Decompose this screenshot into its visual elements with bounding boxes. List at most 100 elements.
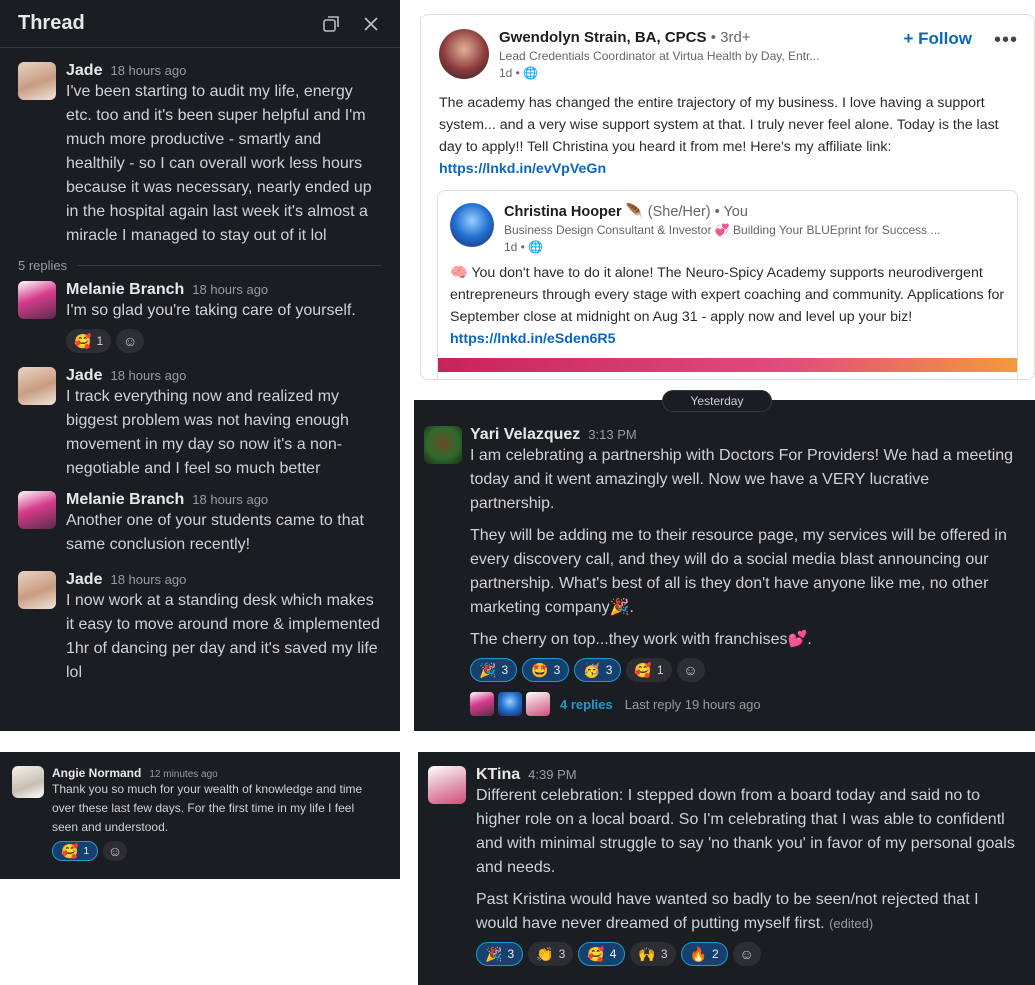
author-name[interactable]: KTina	[476, 766, 520, 784]
thread-message: Melanie Branch 18 hours ago I'm so glad …	[0, 281, 400, 353]
author-name[interactable]: Melanie Branch	[66, 491, 184, 509]
close-icon[interactable]	[360, 13, 382, 35]
reactions: 🎉 3 🤩 3 🥳 3 🥰 1 ☺	[470, 658, 1017, 682]
add-reaction-icon[interactable]: ☺	[732, 942, 761, 966]
reaction-emoji: 🥰	[587, 945, 605, 962]
replies-link[interactable]: 4 replies	[560, 697, 613, 712]
shared-post[interactable]: Christina Hooper 🪶 (She/Her) • You Busin…	[437, 190, 1018, 379]
message-paragraph: Different celebration: I stepped down fr…	[476, 787, 1015, 876]
avatar[interactable]	[450, 203, 494, 247]
add-reaction-icon[interactable]: ☺	[103, 841, 127, 861]
post-image-banner[interactable]	[438, 358, 1017, 372]
message-text: Past Kristina would have wanted so badly…	[476, 891, 979, 932]
channel-message: KTina 4:39 PM Different celebration: I s…	[418, 766, 1035, 966]
timestamp[interactable]: 18 hours ago	[110, 368, 186, 383]
timestamp[interactable]: 18 hours ago	[192, 492, 268, 507]
reaction-pill[interactable]: 🎉 3	[470, 658, 518, 682]
reactions: 🎉 3 👏 3 🥰 4 🙌 3 🔥 2 ☺	[476, 942, 1017, 966]
avatar[interactable]	[428, 766, 466, 804]
message-text: I now work at a standing desk which make…	[66, 592, 380, 681]
timestamp[interactable]: 3:13 PM	[588, 427, 636, 442]
thread-title: Thread	[18, 12, 85, 34]
reaction-pill[interactable]: 🥰 4	[578, 942, 626, 966]
thread-panel: Thread Jade 18 hours ago I've been start…	[0, 0, 400, 731]
shared-post-text: 🧠 You don't have to do it alone! The Neu…	[438, 254, 1017, 350]
globe-icon: 🌐	[528, 240, 544, 254]
add-reaction-icon[interactable]: ☺	[676, 658, 705, 682]
thread-message: Jade 18 hours ago I've been starting to …	[0, 62, 400, 248]
timestamp[interactable]: 4:39 PM	[528, 767, 576, 782]
globe-icon: 🌐	[523, 66, 539, 80]
post-age: 1d •	[499, 66, 520, 80]
replies-divider: 5 replies	[0, 258, 400, 273]
avatar[interactable]	[424, 426, 462, 464]
reaction-pill[interactable]: 🎉 3	[476, 942, 524, 966]
avatar[interactable]	[439, 29, 489, 79]
channel-message-angie: Angie Normand 12 minutes ago Thank you s…	[0, 752, 400, 879]
reaction-pill[interactable]: 👏 3	[528, 942, 574, 966]
date-divider[interactable]: Yesterday	[662, 390, 772, 412]
edited-label: (edited)	[829, 916, 874, 931]
message-text: Thank you so much for your wealth of kno…	[52, 782, 363, 834]
channel-message: Angie Normand 12 minutes ago Thank you s…	[0, 766, 400, 861]
avatar[interactable]	[18, 571, 56, 609]
author-headline: Business Design Consultant & Investor 💞 …	[504, 223, 941, 237]
reaction-pill[interactable]: 🥰 1	[66, 329, 112, 353]
reaction-pill[interactable]: 🥰 1	[626, 658, 672, 682]
reaction-count: 4	[609, 947, 617, 961]
reaction-count: 3	[660, 947, 668, 961]
reaction-pill[interactable]: 🙌 3	[630, 942, 676, 966]
reaction-emoji: 🥳	[583, 661, 601, 678]
reaction-count: 3	[558, 947, 566, 961]
replies-count: 5 replies	[18, 258, 68, 273]
academy-link[interactable]: https://lnkd.in/eSden6R5	[450, 331, 616, 347]
reaction-pill[interactable]: 🥰 1	[52, 841, 98, 861]
avatar[interactable]	[18, 281, 56, 319]
avatar[interactable]	[18, 62, 56, 100]
reaction-emoji: 🥰	[61, 842, 79, 859]
message-paragraph-2: Past Kristina would have wanted so badly…	[476, 888, 1017, 936]
author-name[interactable]: Jade	[66, 367, 102, 385]
message-text: I'm so glad you're taking care of yourse…	[66, 302, 356, 319]
divider-line	[77, 265, 382, 266]
shared-post-body: 🧠 You don't have to do it alone! The Neu…	[450, 265, 1005, 325]
reaction-pill[interactable]: 🥳 3	[574, 658, 622, 682]
timestamp[interactable]: 18 hours ago	[110, 572, 186, 587]
thread-summary[interactable]: 4 replies Last reply 19 hours ago	[470, 692, 1017, 716]
reaction-pill[interactable]: 🔥 2	[680, 942, 728, 966]
reaction-emoji: 👏	[536, 945, 554, 962]
more-options-icon[interactable]: •••	[994, 29, 1018, 80]
thread-header: Thread	[0, 0, 400, 48]
last-reply: Last reply 19 hours ago	[624, 696, 761, 712]
avatar[interactable]	[18, 367, 56, 405]
popout-icon[interactable]	[320, 13, 342, 35]
author-name[interactable]: Angie Normand	[52, 766, 141, 780]
author-name[interactable]: Jade	[66, 62, 102, 80]
post-text: The academy has changed the entire traje…	[421, 80, 1034, 180]
add-reaction-icon[interactable]: ☺	[116, 329, 145, 353]
author-name[interactable]: Gwendolyn Strain, BA, CPCS	[499, 29, 707, 46]
message-text: I track everything now and realized my b…	[66, 388, 349, 477]
follow-button[interactable]: + Follow	[904, 29, 972, 80]
avatar[interactable]	[12, 766, 44, 798]
author-name[interactable]: Christina Hooper	[504, 204, 622, 220]
reaction-count: 3	[507, 947, 515, 961]
reactions: 🥰 1 ☺	[52, 841, 382, 861]
post-body: The academy has changed the entire traje…	[439, 95, 999, 155]
connection-degree: • 3rd+	[710, 29, 751, 46]
author-headline: Lead Credentials Coordinator at Virtua H…	[499, 49, 820, 63]
affiliate-link[interactable]: https://lnkd.in/evVpVeGn	[439, 161, 606, 177]
reaction-emoji: 🎉	[485, 945, 503, 962]
timestamp[interactable]: 18 hours ago	[192, 282, 268, 297]
author-name[interactable]: Melanie Branch	[66, 281, 184, 299]
avatar	[470, 692, 494, 716]
reaction-pill[interactable]: 🤩 3	[522, 658, 570, 682]
timestamp[interactable]: 12 minutes ago	[149, 769, 217, 780]
timestamp[interactable]: 18 hours ago	[110, 63, 186, 78]
avatar[interactable]	[18, 491, 56, 529]
reaction-count: 1	[656, 663, 664, 677]
author-name[interactable]: Yari Velazquez	[470, 426, 580, 444]
linkedin-post: Gwendolyn Strain, BA, CPCS • 3rd+ Lead C…	[420, 14, 1035, 380]
author-name[interactable]: Jade	[66, 571, 102, 589]
reaction-count: 2	[711, 947, 719, 961]
